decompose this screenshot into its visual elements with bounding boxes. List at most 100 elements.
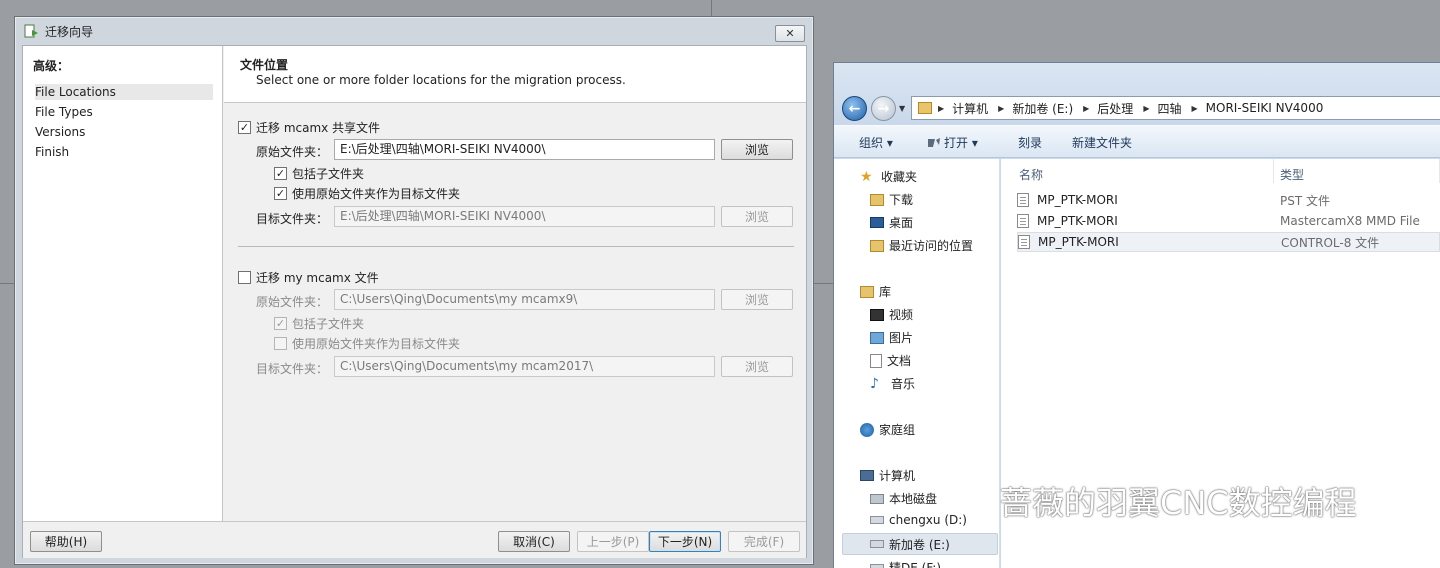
shared-source-browse-button[interactable]: 浏览 (721, 139, 793, 160)
nav-homegroup[interactable]: 家庭组 (860, 421, 915, 438)
close-button[interactable]: ✕ (775, 25, 805, 42)
shared-use-source-checkbox[interactable]: ✓ 使用原始文件夹作为目标文件夹 (274, 185, 460, 202)
checkmark-icon: ✓ (274, 167, 287, 180)
nav-libraries[interactable]: 库 (860, 283, 891, 300)
library-icon (860, 285, 874, 298)
wizard-footer: 帮助(H) 取消(C) 上一步(P) 下一步(N) 完成(F) (23, 521, 806, 558)
sidebar-item-file-types[interactable]: File Types (35, 104, 213, 120)
nav-drive-f[interactable]: 精DE (F:) (870, 559, 941, 568)
nav-favorites[interactable]: ★ 收藏夹 (860, 168, 917, 185)
nav-local-disk[interactable]: 本地磁盘 (870, 490, 937, 507)
shared-target-input[interactable]: E:\后处理\四轴\MORI-SEIKI NV4000\ (334, 206, 715, 227)
nav-drive-e[interactable]: 新加卷 (E:) (842, 533, 998, 555)
file-name: MP_PTK-MORI (1037, 214, 1118, 228)
homegroup-icon (860, 422, 874, 437)
breadcrumb-mori-seiki[interactable]: MORI-SEIKI NV4000 (1206, 101, 1324, 115)
breadcrumb-separator-icon: ▶ (1143, 103, 1150, 113)
nav-computer-label: 计算机 (879, 469, 916, 483)
file-row[interactable]: MP_PTK-MORI MastercamX8 MMD File (1017, 211, 1440, 231)
page-title: 文件位置 (240, 58, 289, 72)
back-button[interactable]: 上一步(P) (577, 531, 649, 552)
next-button[interactable]: 下一步(N) (649, 531, 721, 552)
forward-arrow-icon[interactable]: → (871, 96, 896, 121)
shared-include-subfolders-label: 包括子文件夹 (292, 167, 365, 181)
wechat-logo-icon (949, 484, 990, 518)
my-source-input[interactable]: C:\Users\Qing\Documents\my mcamx9\ (334, 289, 715, 310)
nav-drive-f-label: 精DE (F:) (889, 561, 942, 568)
sidebar-item-finish[interactable]: Finish (35, 144, 213, 160)
nav-documents[interactable]: 文档 (870, 352, 911, 369)
wizard-main: ✓ 迁移 mcamx 共享文件 原始文件夹： E:\后处理\四轴\MORI-SE… (224, 104, 806, 521)
picture-icon (870, 331, 884, 344)
watermark: 蔷薇的羽翼CNC数控编程 (948, 478, 1357, 524)
organize-button[interactable]: 组织 ▾ (859, 134, 893, 151)
shared-source-label: 原始文件夹： (256, 145, 329, 159)
nav-videos[interactable]: 视频 (870, 306, 913, 323)
open-icon (928, 138, 940, 147)
migrate-my-label: 迁移 my mcamx 文件 (256, 271, 379, 285)
column-divider (1273, 159, 1274, 183)
new-folder-button[interactable]: 新建文件夹 (1072, 134, 1132, 151)
migrate-shared-checkbox[interactable]: ✓ 迁移 mcamx 共享文件 (238, 119, 380, 136)
downloads-folder-icon (870, 193, 884, 206)
nav-downloads[interactable]: 下载 (870, 191, 913, 208)
breadcrumb-separator-icon: ▶ (998, 103, 1005, 113)
wizard-body: 高级： File Locations File Types Versions F… (22, 45, 807, 558)
column-header-name[interactable]: 名称 (1019, 166, 1043, 183)
checkmark-icon: ✓ (238, 121, 251, 134)
file-icon (1017, 214, 1029, 228)
drive-icon (870, 563, 884, 568)
breadcrumb-four-axis[interactable]: 四轴 (1157, 100, 1181, 117)
breadcrumb-separator-icon: ▶ (938, 103, 945, 113)
cancel-button[interactable]: 取消(C) (498, 531, 570, 552)
file-type: PST 文件 (1280, 193, 1330, 208)
back-arrow-icon[interactable]: ← (842, 96, 867, 121)
file-type: MastercamX8 MMD File (1280, 214, 1420, 228)
migrate-my-checkbox[interactable]: 迁移 my mcamx 文件 (238, 269, 379, 286)
watermark-text: 蔷薇的羽翼CNC数控编程 (1000, 484, 1357, 522)
my-use-source-checkbox[interactable]: 使用原始文件夹作为目标文件夹 (274, 335, 460, 352)
nav-computer[interactable]: 计算机 (860, 467, 915, 484)
checkmark-icon: ✓ (274, 187, 287, 200)
breadcrumb-postprocess[interactable]: 后处理 (1097, 100, 1133, 117)
wizard-title: 迁移向导 (45, 24, 94, 39)
breadcrumb-computer[interactable]: 计算机 (952, 100, 988, 117)
file-row[interactable]: MP_PTK-MORI CONTROL-8 文件 (1017, 232, 1440, 252)
my-target-input[interactable]: C:\Users\Qing\Documents\my mcam2017\ (334, 356, 715, 377)
desktop-icon (870, 217, 884, 228)
breadcrumb-drive-e[interactable]: 新加卷 (E:) (1012, 100, 1073, 117)
shared-target-browse-button[interactable]: 浏览 (721, 206, 793, 227)
my-source-label: 原始文件夹： (256, 295, 329, 309)
nav-pictures[interactable]: 图片 (870, 329, 913, 346)
history-dropdown-icon[interactable]: ▼ (899, 104, 905, 113)
my-source-browse-button[interactable]: 浏览 (721, 289, 793, 310)
breadcrumb-separator-icon: ▶ (1191, 103, 1198, 113)
sidebar-item-versions[interactable]: Versions (35, 124, 213, 140)
nav-downloads-label: 下载 (889, 193, 914, 207)
nav-libraries-label: 库 (879, 285, 892, 299)
nav-recent[interactable]: 最近访问的位置 (870, 237, 973, 254)
open-button[interactable]: 打开 ▾ (927, 134, 978, 151)
sidebar-item-file-locations[interactable]: File Locations (35, 84, 213, 100)
breadcrumb-separator-icon: ▶ (1083, 103, 1090, 113)
nav-music[interactable]: ♪ 音乐 (870, 375, 915, 392)
checkbox-empty-icon (274, 337, 287, 350)
nav-desktop[interactable]: 桌面 (870, 214, 913, 231)
file-row[interactable]: MP_PTK-MORI PST 文件 (1017, 190, 1440, 210)
address-bar[interactable]: ▶ 计算机 ▶ 新加卷 (E:) ▶ 后处理 ▶ 四轴 ▶ MORI-SEIKI… (911, 96, 1440, 120)
wizard-titlebar[interactable]: 迁移向导 (15, 17, 813, 45)
my-target-browse-button[interactable]: 浏览 (721, 356, 793, 377)
my-include-subfolders-checkbox[interactable]: ✓ 包括子文件夹 (274, 315, 364, 332)
star-icon: ★ (860, 168, 873, 185)
explorer-toolbar: 组织 ▾ 打开 ▾ 刻录 新建文件夹 (834, 125, 1440, 158)
shared-include-subfolders-checkbox[interactable]: ✓ 包括子文件夹 (274, 165, 364, 182)
migration-wizard-window: 迁移向导 ✕ 高级： File Locations File Types Ver… (14, 16, 814, 565)
help-button[interactable]: 帮助(H) (30, 531, 102, 552)
open-button-label: 打开 ▾ (944, 136, 978, 150)
column-header-type[interactable]: 类型 (1280, 166, 1304, 183)
page-subtitle: Select one or more folder locations for … (256, 73, 626, 87)
burn-button[interactable]: 刻录 (1018, 134, 1042, 151)
computer-icon (860, 470, 874, 481)
shared-source-input[interactable]: E:\后处理\四轴\MORI-SEIKI NV4000\ (334, 139, 715, 160)
finish-button[interactable]: 完成(F) (728, 531, 800, 552)
